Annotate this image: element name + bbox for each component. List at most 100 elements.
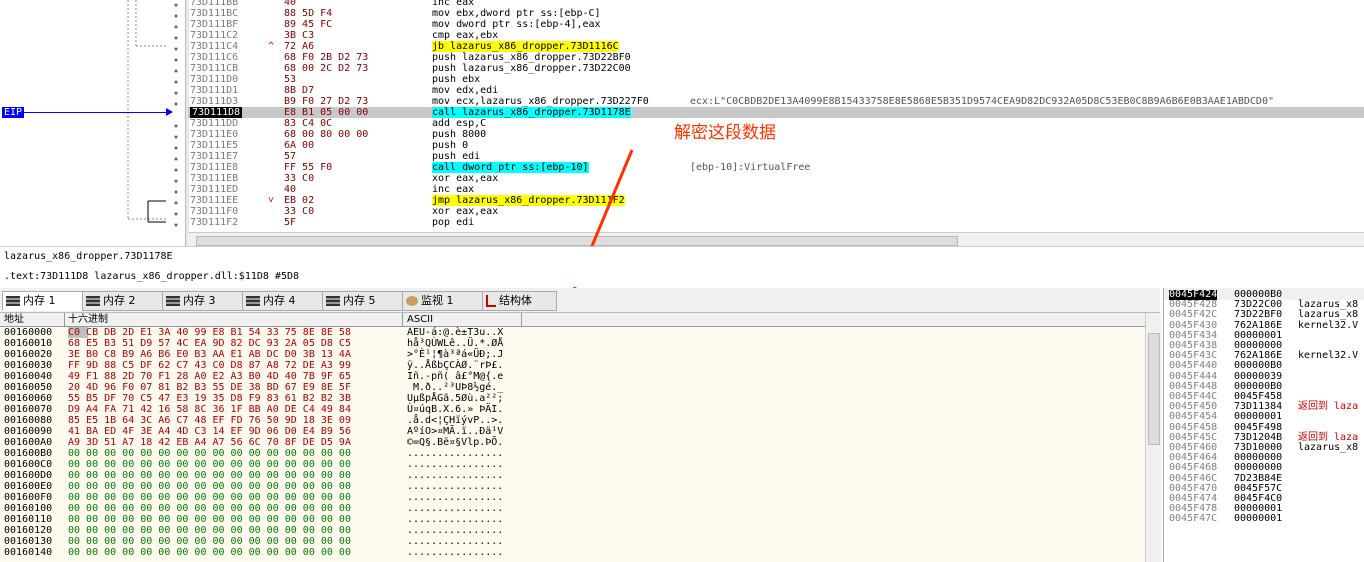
disasm-line[interactable]: 73D111D8 E8 B1 05 00 00 call lazarus_x86_d… xyxy=(188,107,1364,118)
disasm-line[interactable]: 73D111E7 57 push edi xyxy=(188,151,1364,162)
memory-row[interactable]: 00160000 C0 CB DB 2D E1 3A 40 99 E8 B1 54… xyxy=(0,327,1145,338)
memory-hex[interactable]: 00 00 00 00 00 00 00 00 00 00 00 00 00 0… xyxy=(68,547,351,558)
header-address[interactable]: 地址 xyxy=(4,313,24,326)
disasm-line[interactable]: 73D111E8 FF 55 F0 call dword ptr ss:[ebp-1… xyxy=(188,162,1364,173)
memory-hex[interactable]: 00 00 00 00 00 00 00 00 00 00 00 00 00 0… xyxy=(68,536,351,547)
memory-hex[interactable]: 00 00 00 00 00 00 00 00 00 00 00 00 00 0… xyxy=(68,470,351,481)
memory-hex[interactable]: 49 F1 88 2D 70 F1 28 A0 E2 A3 B0 4D 40 7… xyxy=(68,371,351,382)
memory-ascii[interactable]: ................ xyxy=(407,459,503,470)
memory-ascii[interactable]: ................ xyxy=(407,525,503,536)
scrollbar-thumb[interactable] xyxy=(196,236,958,246)
memory-ascii[interactable]: >°È¹¦¶à³ªá«ÜÐ;.J xyxy=(407,349,503,360)
memory-row[interactable]: 00160070 D9 A4 FA 71 42 16 58 8C 36 1F BB… xyxy=(0,404,1145,415)
memory-ascii[interactable]: ................ xyxy=(407,470,503,481)
header-ascii[interactable]: ASCII xyxy=(407,313,433,326)
memory-ascii[interactable]: ©=Q§.Bë¤§Vlp.ÞÕ. xyxy=(407,437,503,448)
memory-ascii[interactable]: ................ xyxy=(407,514,503,525)
memory-hex[interactable]: 55 B5 DF 70 C5 47 E3 19 35 D8 F9 83 61 B… xyxy=(68,393,351,404)
memory-vertical-scrollbar[interactable] xyxy=(1145,313,1161,562)
disasm-line[interactable]: 73D111D1 8B D7 mov edx,edi xyxy=(188,85,1364,96)
tab-7[interactable]: 结构体 xyxy=(482,291,557,311)
memory-hex[interactable]: FF 9D 88 C5 DF 62 C7 43 C0 D8 87 A8 72 D… xyxy=(68,360,351,371)
memory-hex[interactable]: 00 00 00 00 00 00 00 00 00 00 00 00 00 0… xyxy=(68,514,351,525)
tab-3[interactable]: 内存 3 xyxy=(162,291,243,311)
memory-hex[interactable]: 41 BA ED 4F 3E A4 4D C3 14 EF 9D 06 D0 E… xyxy=(68,426,351,437)
disasm-line[interactable]: 73D111F0 33 C0 xor eax,eax xyxy=(188,206,1364,217)
memory-ascii[interactable]: .å.d<¦ÇHïývP..>. xyxy=(407,415,503,426)
memory-row[interactable]: 001600E0 00 00 00 00 00 00 00 00 00 00 00… xyxy=(0,481,1145,492)
memory-ascii[interactable]: ................ xyxy=(407,481,503,492)
tab-4[interactable]: 内存 4 xyxy=(242,291,323,311)
memory-hex[interactable]: 68 E5 B3 51 D9 57 4C EA 9D 82 DC 93 2A 0… xyxy=(68,338,351,349)
header-hex[interactable]: 十六进制 xyxy=(68,313,108,326)
disasm-line[interactable]: 73D111EE ˅ EB 02 jmp lazarus_x86_dropper.73… xyxy=(188,195,1364,206)
disassembly-horizontal-scrollbar[interactable] xyxy=(188,232,1364,246)
memory-row[interactable]: 001600D0 00 00 00 00 00 00 00 00 00 00 00… xyxy=(0,470,1145,481)
memory-row[interactable]: 00160010 68 E5 B3 51 D9 57 4C EA 9D 82 DC… xyxy=(0,338,1145,349)
tab-1[interactable]: 内存 1 xyxy=(2,291,83,311)
disasm-line[interactable]: 73D111F2 5F pop edi xyxy=(188,217,1364,228)
memory-row[interactable]: 001600C0 00 00 00 00 00 00 00 00 00 00 00… xyxy=(0,459,1145,470)
memory-dump[interactable]: 00160000 C0 CB DB 2D E1 3A 40 99 E8 B1 54… xyxy=(0,327,1145,562)
memory-row[interactable]: 00160050 20 4D 96 F0 07 81 B2 B3 55 DE 38… xyxy=(0,382,1145,393)
memory-hex[interactable]: 00 00 00 00 00 00 00 00 00 00 00 00 00 0… xyxy=(68,503,351,514)
memory-ascii[interactable]: UµßpÅGã.5Øù.a²²; xyxy=(407,393,503,404)
disasm-line[interactable]: 73D111D3 B9 F0 27 D2 73 mov ecx,lazarus_x8… xyxy=(188,96,1364,107)
disasm-line[interactable]: 73D111D0 53 push ebx xyxy=(188,74,1364,85)
memory-row[interactable]: 001600A0 A9 3D 51 A7 18 42 EB A4 A7 56 6C… xyxy=(0,437,1145,448)
disasm-line[interactable]: 73D111BB 40 inc eax xyxy=(188,0,1364,8)
memory-ascii[interactable]: ................ xyxy=(407,547,503,558)
memory-hex[interactable]: D9 A4 FA 71 42 16 58 8C 36 1F BB A0 DE C… xyxy=(68,404,351,415)
tab-6[interactable]: 监视 1 xyxy=(402,291,483,311)
tab-5[interactable]: 内存 5 xyxy=(322,291,403,311)
disasm-line[interactable]: 73D111DD 83 C4 0C add esp,C xyxy=(188,118,1364,129)
disasm-line[interactable]: 73D111C4 ^ 72 A6 jb lazarus_x86_dropper.73D… xyxy=(188,41,1364,52)
memory-ascii[interactable]: hå³QÙWLê..Ü.*.ØÅ xyxy=(407,338,503,349)
memory-hex[interactable]: 85 E5 1B 64 3C A6 C7 48 EF FD 76 50 9D 1… xyxy=(68,415,351,426)
memory-row[interactable]: 00160030 FF 9D 88 C5 DF 62 C7 43 C0 D8 87… xyxy=(0,360,1145,371)
memory-row[interactable]: 00160060 55 B5 DF 70 C5 47 E3 19 35 D8 F9… xyxy=(0,393,1145,404)
memory-row[interactable]: 00160100 00 00 00 00 00 00 00 00 00 00 00… xyxy=(0,503,1145,514)
memory-ascii[interactable]: ................ xyxy=(407,492,503,503)
memory-ascii[interactable]: ................ xyxy=(407,536,503,547)
memory-ascii[interactable]: Iñ.-pñ( â£°M@{.e xyxy=(407,371,503,382)
scrollbar-thumb[interactable] xyxy=(1148,333,1160,445)
memory-hex[interactable]: A9 3D 51 A7 18 42 EB A4 A7 56 6C 70 8F D… xyxy=(68,437,351,448)
memory-row[interactable]: 001600F0 00 00 00 00 00 00 00 00 00 00 00… xyxy=(0,492,1145,503)
disasm-line[interactable]: 73D111EB 33 C0 xor eax,eax xyxy=(188,173,1364,184)
disasm-line[interactable]: 73D111E5 6A 00 push 0 xyxy=(188,140,1364,151)
disasm-line[interactable]: 73D111CB 68 00 2C D2 73 push lazarus_x86_d… xyxy=(188,63,1364,74)
disasm-line[interactable]: 73D111E0 68 00 80 00 00 push 8000 xyxy=(188,129,1364,140)
memory-hex[interactable]: 00 00 00 00 00 00 00 00 00 00 00 00 00 0… xyxy=(68,492,351,503)
memory-hex[interactable]: 20 4D 96 F0 07 81 B2 B3 55 DE 38 BD 67 E… xyxy=(68,382,351,393)
memory-hex[interactable]: 00 00 00 00 00 00 00 00 00 00 00 00 00 0… xyxy=(68,481,351,492)
memory-row[interactable]: 00160080 85 E5 1B 64 3C A6 C7 48 EF FD 76… xyxy=(0,415,1145,426)
memory-ascii[interactable]: ÿ..ÅßbÇCÀØ.¨rÞ£. xyxy=(407,360,503,371)
memory-row[interactable]: 00160020 3E B0 C8 B9 A6 B6 E0 B3 AA E1 AB… xyxy=(0,349,1145,360)
memory-row[interactable]: 00160090 41 BA ED 4F 3E A4 4D C3 14 EF 9D… xyxy=(0,426,1145,437)
memory-hex[interactable]: 3E B0 C8 B9 A6 B6 E0 B3 AA E1 AB DC D0 3… xyxy=(68,349,351,360)
disasm-line[interactable]: 73D111C6 68 F0 2B D2 73 push lazarus_x86_d… xyxy=(188,52,1364,63)
tab-2[interactable]: 内存 2 xyxy=(82,291,163,311)
memory-row[interactable]: 00160130 00 00 00 00 00 00 00 00 00 00 00… xyxy=(0,536,1145,547)
disasm-line[interactable]: 73D111ED 40 inc eax xyxy=(188,184,1364,195)
memory-hex[interactable]: 00 00 00 00 00 00 00 00 00 00 00 00 00 0… xyxy=(68,448,351,459)
stack-row[interactable]: 0045F47C 00000001 xyxy=(1164,514,1364,524)
memory-ascii[interactable]: M.ð..²³UÞ8½gé._ xyxy=(407,382,503,393)
memory-ascii[interactable]: ................ xyxy=(407,448,503,459)
memory-ascii[interactable]: ................ xyxy=(407,503,503,514)
memory-row[interactable]: 001600B0 00 00 00 00 00 00 00 00 00 00 00… xyxy=(0,448,1145,459)
memory-ascii[interactable]: Ù¤úqB.X.6.» ÞÄI. xyxy=(407,404,503,415)
disasm-line[interactable]: 73D111BC 88 5D F4 mov ebx,dword ptr ss:[eb… xyxy=(188,8,1364,19)
memory-row[interactable]: 00160140 00 00 00 00 00 00 00 00 00 00 00… xyxy=(0,547,1145,558)
memory-row[interactable]: 00160120 00 00 00 00 00 00 00 00 00 00 00… xyxy=(0,525,1145,536)
disasm-line[interactable]: 73D111C2 3B C3 cmp eax,ebx xyxy=(188,30,1364,41)
stack-panel[interactable]: 0045F424 000000B0 0045F428 73D22C00 lazarus_… xyxy=(1163,288,1364,562)
memory-hex[interactable]: 00 00 00 00 00 00 00 00 00 00 00 00 00 0… xyxy=(68,525,351,536)
memory-row[interactable]: 00160040 49 F1 88 2D 70 F1 28 A0 E2 A3 B0… xyxy=(0,371,1145,382)
memory-hex[interactable]: 00 00 00 00 00 00 00 00 00 00 00 00 00 0… xyxy=(68,459,351,470)
memory-ascii[interactable]: AºíO>¤MÃ.ï..Ðä¹V xyxy=(407,426,503,437)
memory-row[interactable]: 00160110 00 00 00 00 00 00 00 00 00 00 00… xyxy=(0,514,1145,525)
memory-hex[interactable]: C0 CB DB 2D E1 3A 40 99 E8 B1 54 33 75 8… xyxy=(68,327,351,338)
memory-ascii[interactable]: ÀËÛ-á:@.è±T3u..X xyxy=(407,327,503,338)
